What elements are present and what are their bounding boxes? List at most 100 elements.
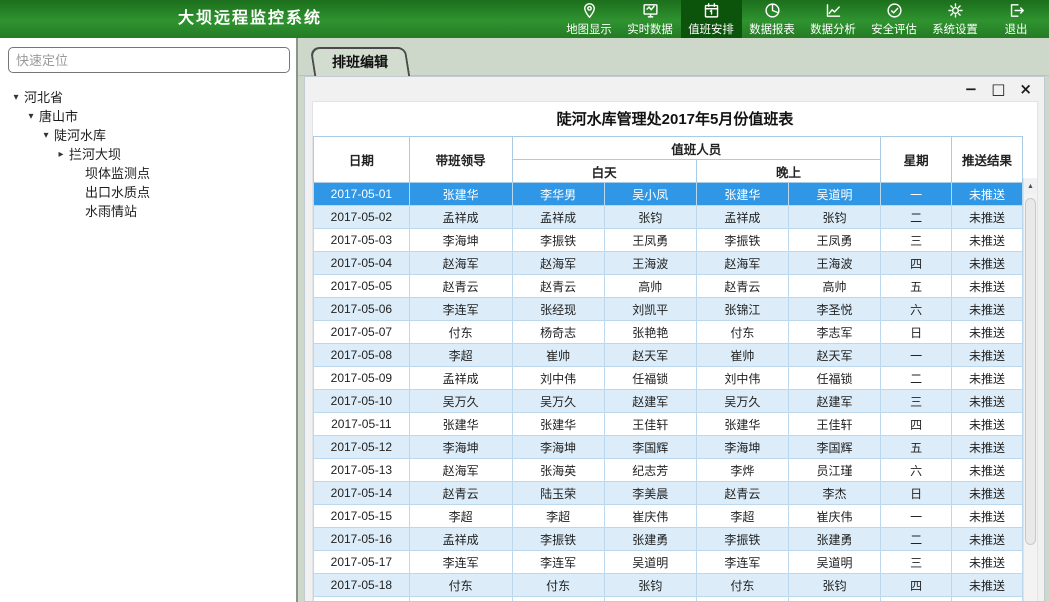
cell-night-person-2: 崔庆伟 xyxy=(788,505,880,528)
cell-day-person-2: 刘凯平 xyxy=(604,298,696,321)
cell-night-person-1: 赵青云 xyxy=(696,482,788,505)
cell-night-person-2: 赵建军 xyxy=(788,390,880,413)
minimize-button[interactable]: − xyxy=(965,78,978,100)
table-row[interactable]: 2017-05-03李海坤李振铁王凤勇李振铁王凤勇三未推送 xyxy=(314,229,1023,252)
tree-item-2[interactable]: ▾唐山市 xyxy=(0,107,296,126)
cell-push-result: 未推送 xyxy=(952,183,1023,206)
cell-night-person-2: 李圣悦 xyxy=(788,298,880,321)
cell-day-person-2: 张钧 xyxy=(604,206,696,229)
cell-day-person-2: 纪志芳 xyxy=(604,459,696,482)
cell-day-person-2: 赵天军 xyxy=(604,344,696,367)
cell-date: 2017-05-04 xyxy=(314,252,410,275)
cell-day-person-1: 杨奇志 xyxy=(512,321,604,344)
nav-item-monitor[interactable]: 实时数据 xyxy=(620,0,681,38)
tree-item-7[interactable]: 水雨情站 xyxy=(0,202,296,221)
check-circle-icon xyxy=(886,2,903,19)
table-row[interactable]: 2017-05-12李海坤李海坤李国辉李海坤李国辉五未推送 xyxy=(314,436,1023,459)
tree-item-3[interactable]: ▾陡河水库 xyxy=(0,126,296,145)
chevron-right-icon[interactable]: ▸ xyxy=(55,145,67,164)
cell-date: 2017-05-11 xyxy=(314,413,410,436)
cell-night-person-2: 任福锁 xyxy=(788,367,880,390)
cell-date: 2017-05-19 xyxy=(314,597,410,602)
table-row[interactable]: 2017-05-14赵青云陆玉荣李美晨赵青云李杰日未推送 xyxy=(314,482,1023,505)
cell-night-person-2: 员江瑾 xyxy=(788,459,880,482)
table-row[interactable]: 2017-05-13赵海军张海英纪志芳李烨员江瑾六未推送 xyxy=(314,459,1023,482)
cell-day-person-1: 张经现 xyxy=(512,298,604,321)
cell-leader: 李超 xyxy=(409,344,512,367)
table-row[interactable]: 2017-05-17李连军李连军吴道明李连军吴道明三未推送 xyxy=(314,551,1023,574)
window-titlebar: −□ × xyxy=(305,77,1044,101)
tree-item-6[interactable]: 出口水质点 xyxy=(0,183,296,202)
chevron-down-icon[interactable]: ▾ xyxy=(40,126,52,145)
cell-night-person-2: 王海波 xyxy=(788,252,880,275)
nav-item-label: 安全评估 xyxy=(872,20,918,36)
nav-item-gear[interactable]: 系统设置 xyxy=(925,0,986,38)
nav-item-check-circle[interactable]: 安全评估 xyxy=(864,0,925,38)
table-row[interactable]: 2017-05-18付东付东张钧付东张钧四未推送 xyxy=(314,574,1023,597)
chevron-down-icon[interactable]: ▾ xyxy=(25,107,37,126)
tree-item-1[interactable]: ▾河北省 xyxy=(0,88,296,107)
cell-date: 2017-05-06 xyxy=(314,298,410,321)
tree-item-5[interactable]: 坝体监测点 xyxy=(0,164,296,183)
cell-push-result: 未推送 xyxy=(952,252,1023,275)
table-row[interactable]: 2017-05-01张建华李华男吴小凤张建华吴道明一未推送 xyxy=(314,183,1023,206)
cell-leader: 孟祥成 xyxy=(409,528,512,551)
search-input[interactable] xyxy=(8,47,290,73)
cell-day-person-2: 王凤勇 xyxy=(604,597,696,602)
cell-night-person-2: 李国辉 xyxy=(788,436,880,459)
table-row[interactable]: 2017-05-04赵海军赵海军王海波赵海军王海波四未推送 xyxy=(314,252,1023,275)
table-row[interactable]: 2017-05-07付东杨奇志张艳艳付东李志军日未推送 xyxy=(314,321,1023,344)
cell-date: 2017-05-01 xyxy=(314,183,410,206)
cell-date: 2017-05-13 xyxy=(314,459,410,482)
cell-push-result: 未推送 xyxy=(952,436,1023,459)
table-row[interactable]: 2017-05-10吴万久吴万久赵建军吴万久赵建军三未推送 xyxy=(314,390,1023,413)
cell-weekday: 五 xyxy=(881,436,952,459)
tree-item-4[interactable]: ▸拦河大坝 xyxy=(0,145,296,164)
cell-push-result: 未推送 xyxy=(952,344,1023,367)
cell-day-person-1: 李超 xyxy=(512,505,604,528)
cell-leader: 付东 xyxy=(409,321,512,344)
cell-night-person-2: 吴道明 xyxy=(788,551,880,574)
close-button[interactable]: × xyxy=(1019,78,1032,100)
cell-day-person-1: 陆玉荣 xyxy=(512,482,604,505)
nav-item-label: 数据分析 xyxy=(811,20,857,36)
cell-weekday: 一 xyxy=(881,344,952,367)
cell-push-result: 未推送 xyxy=(952,482,1023,505)
table-row[interactable]: 2017-05-06李连军张经现刘凯平张锦江李圣悦六未推送 xyxy=(314,298,1023,321)
cell-leader: 赵海军 xyxy=(409,459,512,482)
table-row[interactable]: 2017-05-02孟祥成孟祥成张钧孟祥成张钧二未推送 xyxy=(314,206,1023,229)
cell-leader: 张建华 xyxy=(409,413,512,436)
cell-leader: 赵青云 xyxy=(409,482,512,505)
nav-item-map-pin[interactable]: 地图显示 xyxy=(559,0,620,38)
table-title: 陡河水库管理处2017年5月份值班表 xyxy=(313,102,1037,136)
scrollbar-thumb[interactable] xyxy=(1025,198,1036,545)
table-row[interactable]: 2017-05-08李超崔帅赵天军崔帅赵天军一未推送 xyxy=(314,344,1023,367)
cell-night-person-1: 吴万久 xyxy=(696,390,788,413)
cell-date: 2017-05-03 xyxy=(314,229,410,252)
cell-night-person-1: 张建华 xyxy=(696,413,788,436)
table-row[interactable]: 2017-05-09孟祥成刘中伟任福锁刘中伟任福锁二未推送 xyxy=(314,367,1023,390)
col-header-night: 晚上 xyxy=(696,160,880,183)
cell-night-person-1: 付东 xyxy=(696,574,788,597)
col-header-weekday: 星期 xyxy=(881,137,952,183)
nav-item-pie-chart[interactable]: 数据报表 xyxy=(742,0,803,38)
tab-shift-edit[interactable]: 排班编辑 xyxy=(310,47,411,77)
nav-item-exit[interactable]: 退出 xyxy=(986,0,1047,38)
scroll-up-button[interactable]: ▲ xyxy=(1024,179,1037,194)
table-row[interactable]: 2017-05-05赵青云赵青云高帅赵青云高帅五未推送 xyxy=(314,275,1023,298)
chevron-down-icon[interactable]: ▾ xyxy=(10,88,22,107)
maximize-button[interactable]: □ xyxy=(991,78,1005,100)
vertical-scrollbar[interactable]: ▲ xyxy=(1023,178,1037,601)
table-row[interactable]: 2017-05-19吴万久张锦江王凤勇张锦江王凤勇五未推送 xyxy=(314,597,1023,602)
cell-night-person-2: 李志军 xyxy=(788,321,880,344)
cell-leader: 赵青云 xyxy=(409,275,512,298)
cell-weekday: 五 xyxy=(881,597,952,602)
table-row[interactable]: 2017-05-15李超李超崔庆伟李超崔庆伟一未推送 xyxy=(314,505,1023,528)
cell-weekday: 六 xyxy=(881,298,952,321)
nav-item-label: 系统设置 xyxy=(933,20,979,36)
table-row[interactable]: 2017-05-11张建华张建华王佳轩张建华王佳轩四未推送 xyxy=(314,413,1023,436)
nav-item-line-chart[interactable]: 数据分析 xyxy=(803,0,864,38)
nav-item-calendar[interactable]: 值班安排 xyxy=(681,0,742,38)
table-row[interactable]: 2017-05-16孟祥成李振铁张建勇李振铁张建勇二未推送 xyxy=(314,528,1023,551)
cell-day-person-1: 赵海军 xyxy=(512,252,604,275)
